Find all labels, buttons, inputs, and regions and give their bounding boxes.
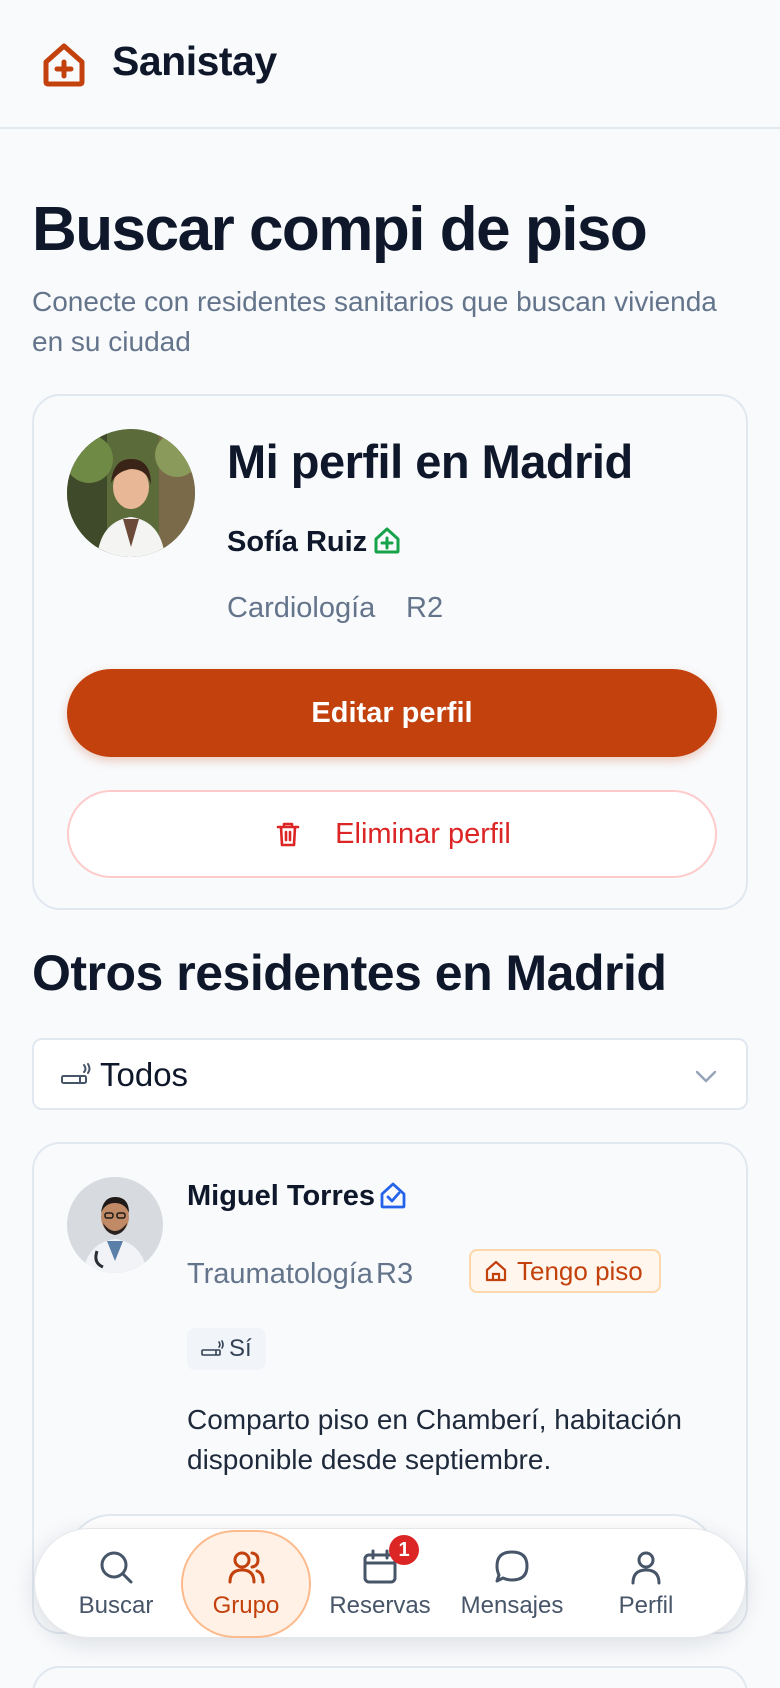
resident-year: R3 — [376, 1258, 414, 1290]
nav-item-label: Grupo — [212, 1592, 280, 1619]
brand-name[interactable]: Sanistay — [112, 38, 277, 85]
search-icon — [100, 1551, 133, 1584]
page-subtitle: Conecte con residentes sanitarios que bu… — [32, 286, 717, 357]
trash-icon — [276, 822, 300, 847]
delete-profile-label: Eliminar perfil — [335, 817, 511, 850]
nav-item-label: Reservas — [329, 1592, 431, 1619]
delete-profile-button[interactable]: Eliminar perfil — [67, 790, 717, 878]
resident-card[interactable] — [32, 1666, 748, 1688]
app-header: Sanistay — [0, 0, 780, 129]
smoker-tag: Sí — [187, 1328, 266, 1370]
nav-item-reservas[interactable]: Reservas 1 — [313, 1529, 447, 1639]
nav-item-grupo[interactable]: Grupo — [181, 1530, 311, 1638]
profile-name: Sofía Ruiz — [227, 526, 368, 558]
nav-item-buscar[interactable]: Buscar — [49, 1529, 183, 1639]
resident-specialty: Traumatología — [187, 1258, 373, 1290]
profile-specialty: Cardiología — [227, 592, 376, 624]
housing-tag-label: Tengo piso — [517, 1255, 643, 1286]
profile-year: R2 — [406, 592, 444, 624]
nav-item-label: Perfil — [618, 1592, 674, 1619]
my-profile-title: Mi perfil en Madrid — [227, 435, 633, 488]
verified-home-icon — [380, 1182, 406, 1209]
avatar — [67, 1177, 163, 1273]
smoker-tag-label: Sí — [229, 1335, 252, 1362]
smoker-filter-select[interactable]: Todos — [32, 1038, 748, 1110]
nav-item-mensajes[interactable]: Mensajes — [445, 1529, 579, 1639]
resident-name: Miguel Torres — [187, 1180, 375, 1212]
resident-bio: Comparto piso en Chamberí, habitación di… — [187, 1404, 682, 1475]
page-title: Buscar compi de piso — [32, 195, 648, 264]
cigarette-icon — [61, 1063, 91, 1084]
app-logo-icon[interactable] — [40, 40, 88, 88]
cigarette-icon — [201, 1340, 224, 1356]
nav-item-label: Mensajes — [460, 1592, 564, 1619]
users-icon — [228, 1551, 265, 1584]
filter-selected-value: Todos — [100, 1056, 189, 1093]
nav-item-perfil[interactable]: Perfil — [579, 1529, 713, 1639]
verified-health-icon — [374, 527, 400, 554]
home-icon — [485, 1260, 507, 1282]
housing-tag: Tengo piso — [469, 1249, 661, 1293]
bottom-nav: Buscar Grupo Reservas 1 Mensajes Perfil — [34, 1528, 746, 1638]
edit-profile-label: Editar perfil — [311, 696, 473, 729]
notification-badge: 1 — [389, 1535, 419, 1565]
user-icon — [631, 1551, 661, 1585]
chevron-down-icon — [695, 1070, 717, 1083]
avatar — [67, 429, 195, 557]
others-section-title: Otros residentes en Madrid — [32, 945, 667, 1001]
nav-item-label: Buscar — [78, 1592, 154, 1619]
chat-icon — [495, 1550, 529, 1583]
my-profile-card: Mi perfil en Madrid Sofía Ruiz Cardiolog… — [32, 394, 748, 910]
edit-profile-button[interactable]: Editar perfil — [67, 669, 717, 757]
